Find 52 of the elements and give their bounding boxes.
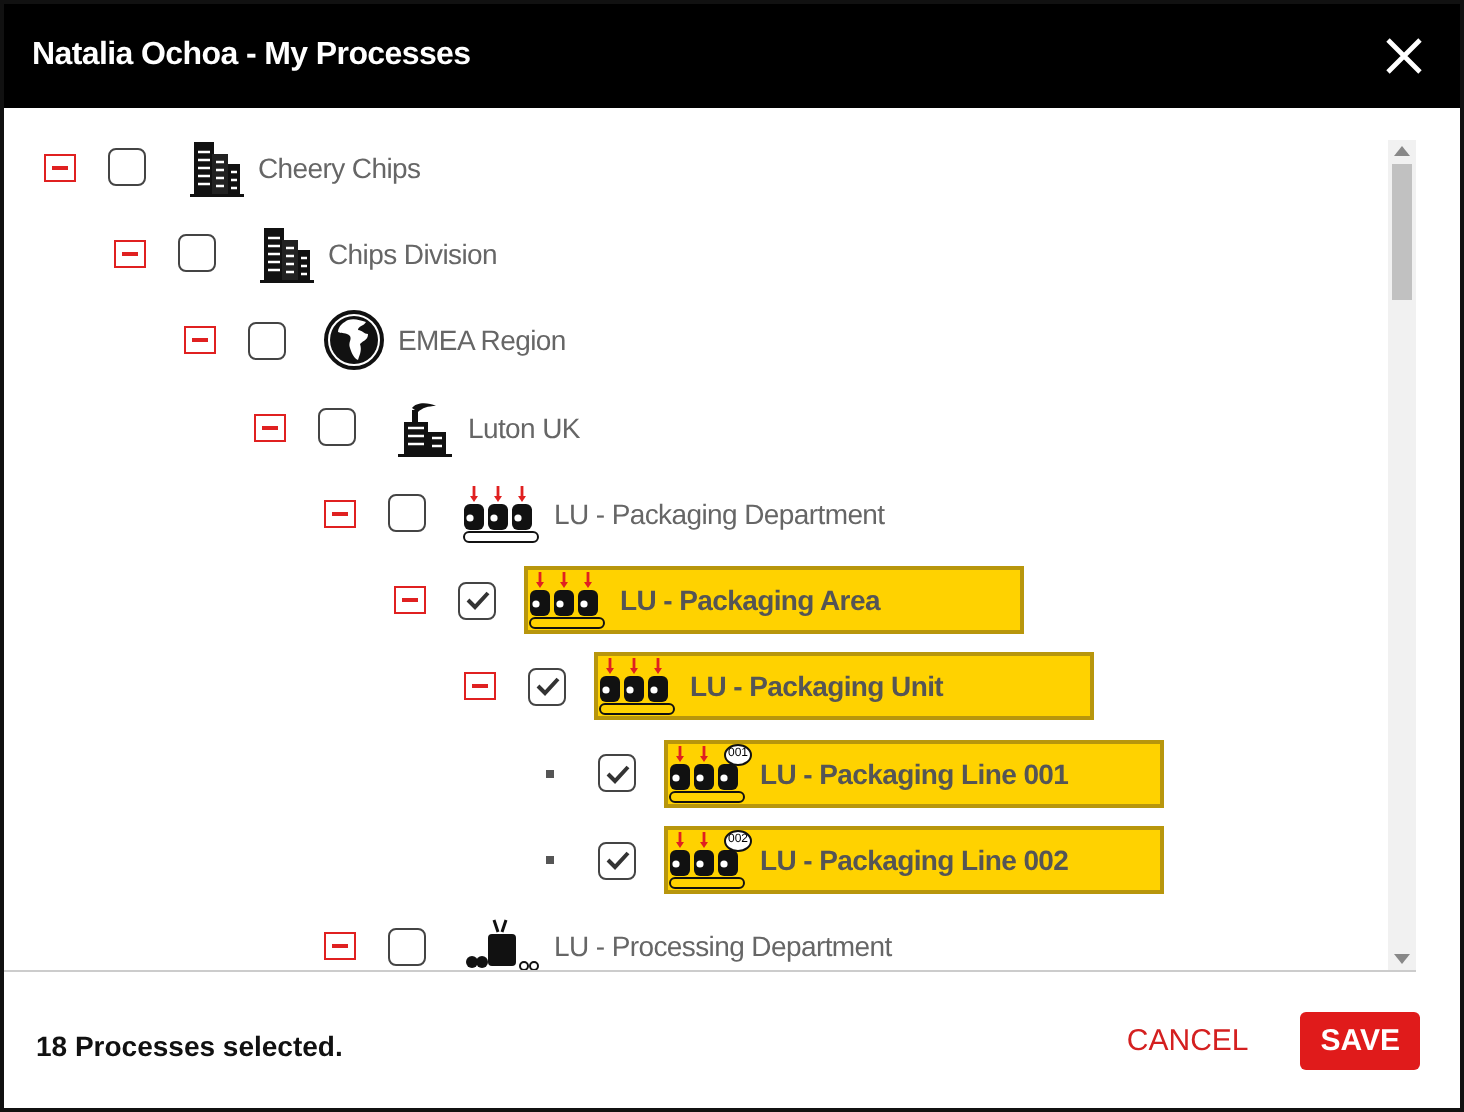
node-label: Luton UK xyxy=(468,411,580,444)
tree-node[interactable]: Luton UK xyxy=(392,393,588,462)
tree-node[interactable]: Chips Division xyxy=(252,219,505,288)
checkbox[interactable] xyxy=(388,927,426,966)
tree-node[interactable]: LU - Processing Department xyxy=(462,912,900,970)
checkbox[interactable] xyxy=(318,408,356,447)
collapse-toggle[interactable] xyxy=(114,239,146,268)
node-label: LU - Packaging Unit xyxy=(690,670,944,703)
window-title: Natalia Ochoa - My Processes xyxy=(32,38,471,74)
collapse-toggle[interactable] xyxy=(254,413,286,442)
leaf-bullet xyxy=(546,769,554,778)
check-icon xyxy=(463,586,491,615)
checkbox[interactable] xyxy=(598,754,636,793)
tree-node[interactable]: Cheery Chips xyxy=(182,133,429,202)
tree-node[interactable]: EMEA Region xyxy=(322,306,574,375)
selected-node[interactable]: LU - Packaging Unit xyxy=(594,652,1094,721)
collapse-toggle[interactable] xyxy=(324,932,356,961)
collapse-toggle[interactable] xyxy=(324,499,356,528)
status-text: 18 Processes selected. xyxy=(36,1030,343,1062)
collapse-toggle[interactable] xyxy=(394,586,426,615)
selected-node[interactable]: LU - Packaging Area xyxy=(524,566,1024,635)
close-icon[interactable] xyxy=(1384,36,1424,76)
checkbox[interactable] xyxy=(178,234,216,273)
check-icon xyxy=(533,672,561,701)
check-icon xyxy=(603,846,631,875)
node-label: LU - Packaging Line 001 xyxy=(760,757,1069,790)
globe-icon xyxy=(322,308,386,373)
leaf-bullet xyxy=(546,856,554,865)
checkbox[interactable] xyxy=(528,667,566,706)
collapse-toggle[interactable] xyxy=(184,326,216,355)
save-button[interactable]: SAVE xyxy=(1300,1011,1420,1069)
cancel-button[interactable]: CANCEL xyxy=(1106,1011,1269,1069)
packaging-machine-icon xyxy=(528,568,608,633)
checkbox[interactable] xyxy=(388,494,426,533)
packaging-machine-icon xyxy=(598,654,678,719)
node-label: LU - Packaging Department xyxy=(554,497,885,530)
scrollbar[interactable] xyxy=(1388,140,1416,970)
node-label: LU - Packaging Line 002 xyxy=(760,844,1069,877)
checkbox[interactable] xyxy=(108,148,146,187)
processing-machine-icon xyxy=(462,914,542,970)
checkbox[interactable] xyxy=(248,321,286,360)
node-label: Chips Division xyxy=(328,237,497,270)
node-label: EMEA Region xyxy=(398,324,566,357)
collapse-toggle[interactable] xyxy=(44,153,76,182)
node-label: LU - Processing Department xyxy=(554,930,892,963)
tree-node[interactable]: LU - Packaging Department xyxy=(462,479,893,548)
packaging-machine-icon xyxy=(462,481,542,546)
node-label: Cheery Chips xyxy=(258,151,421,184)
collapse-toggle[interactable] xyxy=(464,672,496,701)
node-label: LU - Packaging Area xyxy=(620,584,880,617)
checkbox[interactable] xyxy=(598,841,636,880)
checkbox[interactable] xyxy=(458,581,496,620)
